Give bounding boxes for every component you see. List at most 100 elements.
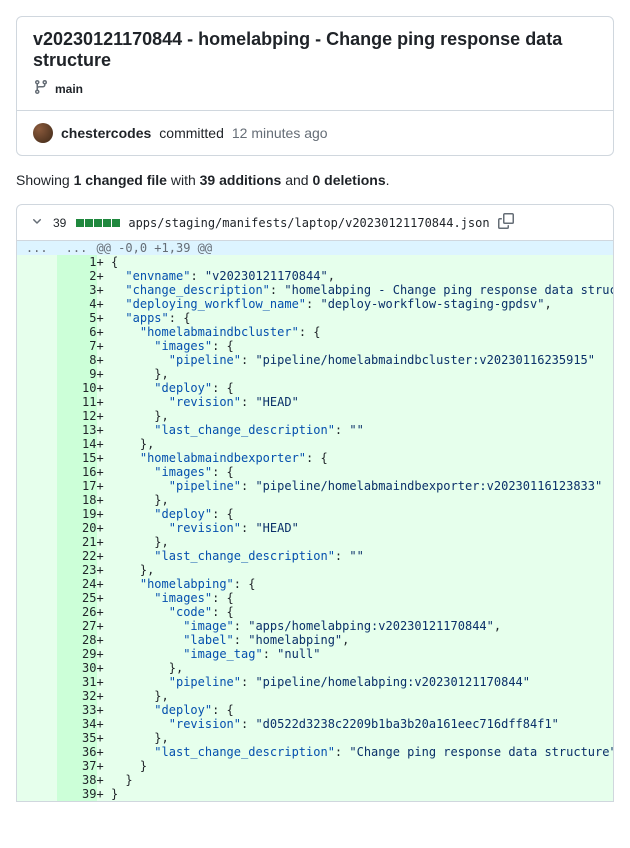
line-content: + "image": "apps/homelabping:v2023012117…: [97, 619, 614, 633]
line-num-old: [17, 563, 57, 577]
line-content: + "code": {: [97, 605, 614, 619]
line-content: + "revision": "HEAD": [97, 521, 614, 535]
line-content: + "apps": {: [97, 311, 614, 325]
hunk-header: @@ -0,0 +1,39 @@: [97, 241, 614, 255]
line-content: + "revision": "HEAD": [97, 395, 614, 409]
diff-line: 28+ "label": "homelabping",: [17, 633, 614, 647]
copy-icon[interactable]: [498, 213, 514, 232]
diff-line: 1+ {: [17, 255, 614, 269]
line-num-new: 16: [57, 465, 97, 479]
line-num-old: [17, 591, 57, 605]
line-num-old: [17, 283, 57, 297]
git-branch-icon: [33, 79, 49, 98]
line-num-old: [17, 549, 57, 563]
line-content: + }: [97, 773, 614, 787]
line-num-new: 32: [57, 689, 97, 703]
line-num-new: 38: [57, 773, 97, 787]
line-num-new: 4: [57, 297, 97, 311]
diff-line: 38+ }: [17, 773, 614, 787]
line-num-new: 29: [57, 647, 97, 661]
commit-title: v20230121170844 - homelabping - Change p…: [17, 17, 613, 79]
line-num-new: 26: [57, 605, 97, 619]
diff-line: 30+ },: [17, 661, 614, 675]
line-num-old: [17, 619, 57, 633]
line-num-old: [17, 507, 57, 521]
branch-name[interactable]: main: [55, 82, 83, 96]
author-name[interactable]: chestercodes: [61, 125, 151, 141]
diff-line: 9+ },: [17, 367, 614, 381]
line-content: + "revision": "d0522d3238c2209b1ba3b20a1…: [97, 717, 614, 731]
diff-line: 27+ "image": "apps/homelabping:v20230121…: [17, 619, 614, 633]
avatar[interactable]: [33, 123, 53, 143]
line-num-old: [17, 633, 57, 647]
line-num-old: [17, 325, 57, 339]
line-num-old: [17, 535, 57, 549]
line-num-new: 15: [57, 451, 97, 465]
line-content: + },: [97, 661, 614, 675]
file-change-count: 39: [53, 216, 66, 230]
line-num-old: [17, 493, 57, 507]
diff-line: 29+ "image_tag": "null": [17, 647, 614, 661]
line-content: + "homelabping": {: [97, 577, 614, 591]
commit-header: v20230121170844 - homelabping - Change p…: [16, 16, 614, 156]
line-num-new: 24: [57, 577, 97, 591]
line-content: + "deploy": {: [97, 507, 614, 521]
line-content: + "images": {: [97, 339, 614, 353]
line-num-new: 5: [57, 311, 97, 325]
diff-line: 6+ "homelabmaindbcluster": {: [17, 325, 614, 339]
line-num-old: [17, 521, 57, 535]
line-num-old: [17, 423, 57, 437]
line-num-old: [17, 605, 57, 619]
chevron-down-icon[interactable]: [29, 213, 45, 232]
diff-line: 33+ "deploy": {: [17, 703, 614, 717]
diff-summary: Showing 1 changed file with 39 additions…: [16, 172, 614, 188]
hunk-header-row: ... ... @@ -0,0 +1,39 @@: [17, 241, 614, 255]
line-content: + },: [97, 535, 614, 549]
file-header: 39 apps/staging/manifests/laptop/v202301…: [16, 204, 614, 241]
line-content: + "image_tag": "null": [97, 647, 614, 661]
diff-line: 12+ },: [17, 409, 614, 423]
line-num-new: 14: [57, 437, 97, 451]
line-content: + "images": {: [97, 465, 614, 479]
branch-row: main: [17, 79, 613, 110]
line-content: + },: [97, 689, 614, 703]
line-num-new: 8: [57, 353, 97, 367]
diff-line: 14+ },: [17, 437, 614, 451]
line-num-new: 2: [57, 269, 97, 283]
diff-line: 36+ "last_change_description": "Change p…: [17, 745, 614, 759]
line-num-new: 11: [57, 395, 97, 409]
line-num-old: [17, 773, 57, 787]
diff-line: 5+ "apps": {: [17, 311, 614, 325]
line-num-old: [17, 689, 57, 703]
line-content: + "homelabmaindbexporter": {: [97, 451, 614, 465]
line-num-old: [17, 353, 57, 367]
line-content: + "change_description": "homelabping - C…: [97, 283, 614, 297]
diff-line: 18+ },: [17, 493, 614, 507]
line-content: + },: [97, 437, 614, 451]
author-action: committed: [159, 125, 224, 141]
diff-line: 17+ "pipeline": "pipeline/homelabmaindbe…: [17, 479, 614, 493]
line-num-new: 31: [57, 675, 97, 689]
line-num-old: [17, 759, 57, 773]
diff-line: 13+ "last_change_description": "": [17, 423, 614, 437]
line-num-new: 28: [57, 633, 97, 647]
diff-stat-blocks: [76, 219, 120, 227]
line-num-new: 21: [57, 535, 97, 549]
line-content: + "last_change_description": "": [97, 549, 614, 563]
line-num-new: 34: [57, 717, 97, 731]
line-num-old: [17, 269, 57, 283]
line-content: + "label": "homelabping",: [97, 633, 614, 647]
line-num-old: [17, 451, 57, 465]
file-path[interactable]: apps/staging/manifests/laptop/v202301211…: [128, 216, 489, 230]
line-num-old: [17, 731, 57, 745]
line-content: + "pipeline": "pipeline/homelabmaindbclu…: [97, 353, 614, 367]
diff-table: ... ... @@ -0,0 +1,39 @@ 1+ {2+ "envname…: [16, 241, 614, 802]
line-num-old: [17, 311, 57, 325]
line-num-old: [17, 787, 57, 802]
line-num-new: 20: [57, 521, 97, 535]
line-num-old: [17, 395, 57, 409]
diff-line: 15+ "homelabmaindbexporter": {: [17, 451, 614, 465]
line-num-old: [17, 409, 57, 423]
line-num-new: 3: [57, 283, 97, 297]
line-num-old: [17, 577, 57, 591]
